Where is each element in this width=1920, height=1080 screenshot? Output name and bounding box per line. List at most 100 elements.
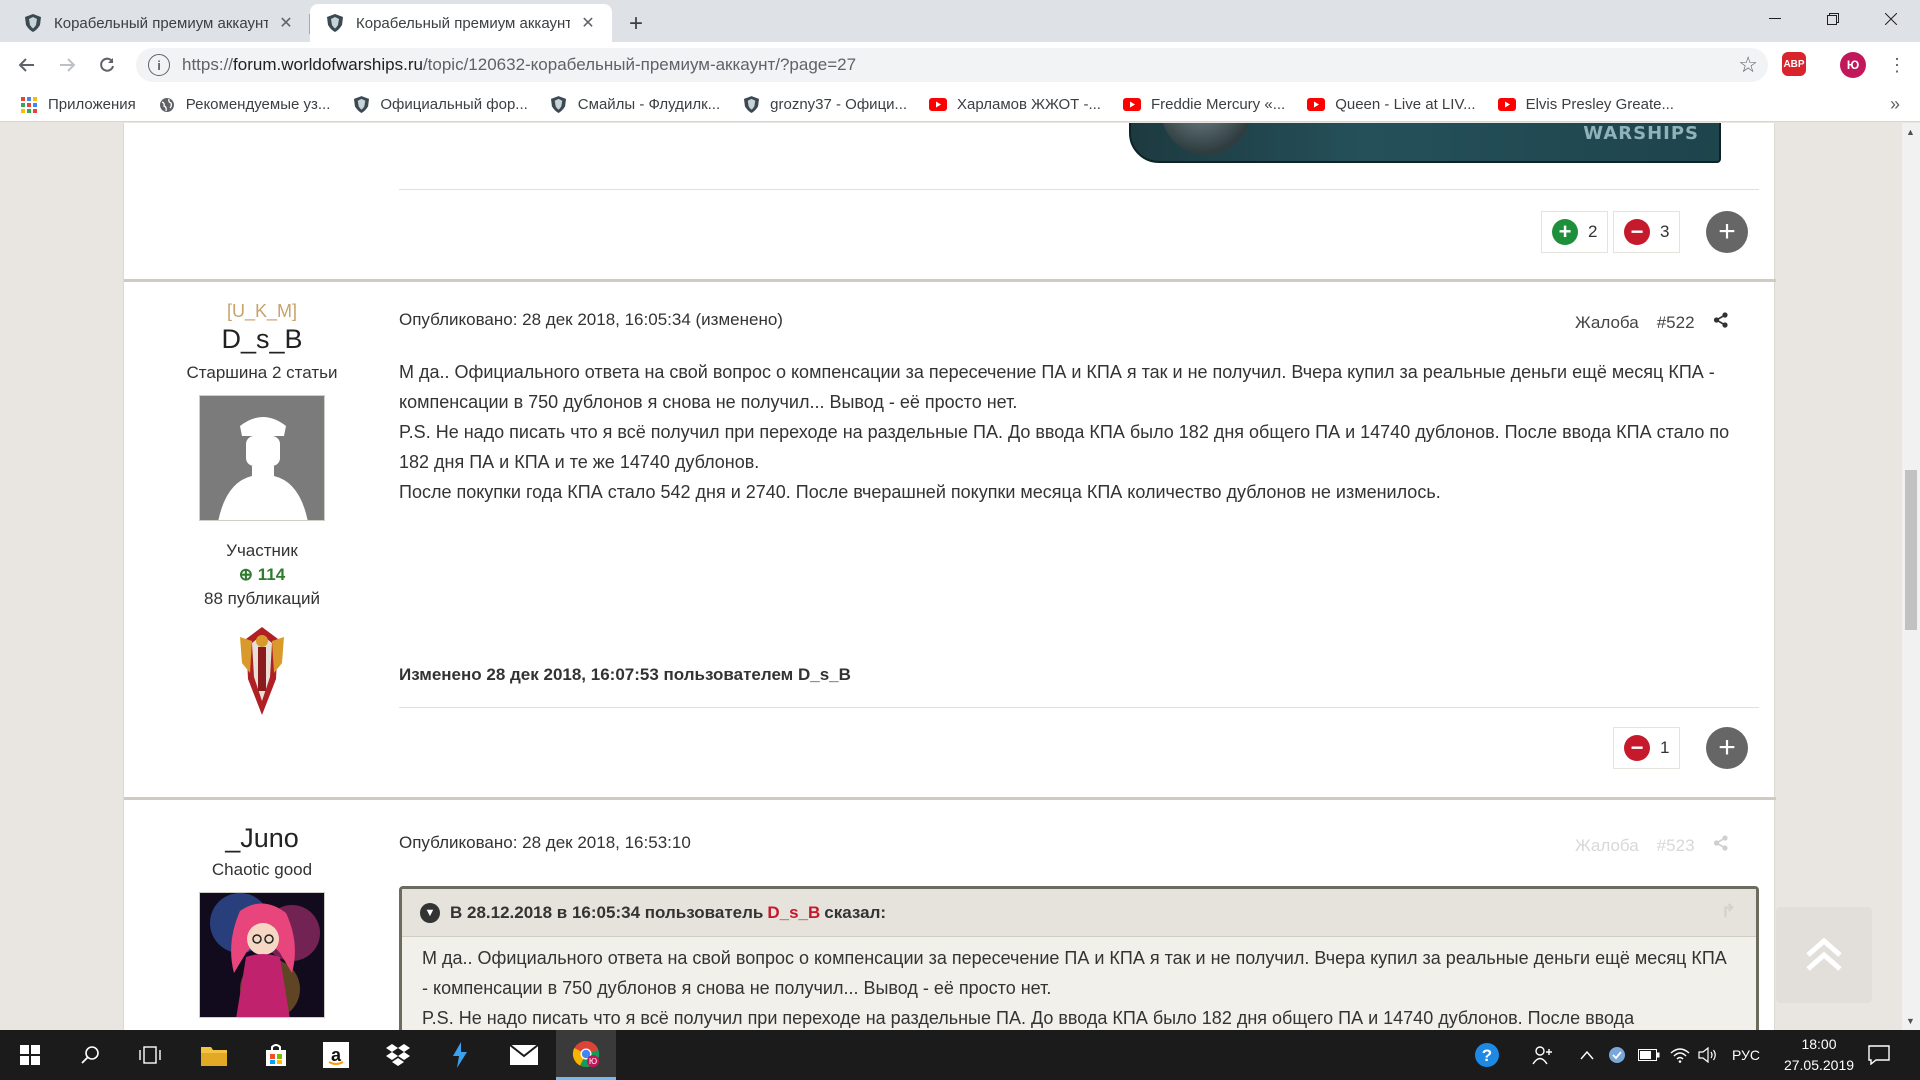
signature-banner: WARSHIPS [1129,123,1721,163]
svg-text:a: a [331,1045,342,1065]
scroll-to-top-button[interactable] [1776,907,1872,1003]
update-tray-icon[interactable] [1608,1030,1626,1080]
bookmark-recommended[interactable]: Рекомендуемые уз... [158,96,330,114]
scroll-down-arrow-icon[interactable]: ▼ [1906,1016,1915,1026]
close-tab-icon[interactable]: ✕ [276,13,296,33]
lightning-icon [453,1042,467,1068]
people-icon[interactable] [1532,1030,1554,1080]
input-language[interactable]: РУС [1732,1030,1760,1080]
author-group: Участник [226,541,298,560]
chevron-down-icon[interactable]: ▼ [420,902,440,923]
back-button[interactable] [12,50,42,80]
scrollbar-thumb[interactable] [1905,470,1917,630]
address-bar[interactable]: i https://forum.worldofwarships.ru/topic… [136,48,1768,82]
youtube-icon [929,96,948,114]
bookmarks-overflow-icon[interactable]: » [1890,94,1900,115]
globe-icon [158,96,176,114]
new-tab-button[interactable]: + [620,8,652,40]
post-actions: Жалоба #523 [1575,835,1729,856]
post-author-panel: [U_K_M] D_s_B Старшина 2 статьи Участник… [124,301,400,719]
start-button[interactable] [0,1030,60,1080]
browser-tab-2[interactable]: Корабельный премиум аккаунт ✕ [310,4,612,42]
share-icon[interactable] [1713,312,1729,333]
taskbar-amazon[interactable]: a [306,1030,366,1080]
report-link[interactable]: Жалоба [1575,836,1639,856]
author-rank: Старшина 2 статьи [186,363,338,382]
multiquote-add-button[interactable]: + [1706,727,1748,769]
taskbar-app-bolt[interactable] [430,1030,490,1080]
bookmark-elvis[interactable]: Elvis Presley Greate... [1497,96,1674,114]
scroll-up-arrow-icon[interactable]: ▲ [1906,127,1915,137]
bookmark-freddie[interactable]: Freddie Mercury «... [1122,96,1285,114]
author-name[interactable]: D_s_B [124,324,400,355]
rep-plus-button[interactable]: + 2 [1541,211,1609,253]
action-center-icon[interactable] [1868,1030,1890,1080]
bookmark-grozny37[interactable]: grozny37 - Офици... [742,96,907,114]
rep-plus-small-icon: ⊕ [238,565,254,584]
forward-button[interactable] [52,50,82,80]
multiquote-add-button[interactable]: + [1706,211,1748,253]
profile-avatar[interactable]: Ю [1840,52,1866,78]
bookmark-smiles[interactable]: Смайлы - Флудилк... [550,96,720,114]
quote-jump-icon[interactable]: ↱ [1721,901,1736,922]
mail-icon [510,1045,538,1065]
close-window-button[interactable] [1862,0,1920,38]
browser-tab-1[interactable]: Корабельный премиум аккаунт ✕ [8,4,310,42]
post-body: М да.. Официального ответа на свой вопро… [399,362,1730,502]
rep-minus-button[interactable]: − 3 [1613,211,1681,253]
bookmark-queen[interactable]: Queen - Live at LIV... [1307,96,1476,114]
bookmark-kharlamov[interactable]: Харламов ЖЖОТ -... [929,96,1101,114]
help-tray-icon[interactable]: ? [1474,1030,1500,1080]
bookmark-star-icon[interactable]: ☆ [1738,52,1758,78]
taskbar-file-explorer[interactable] [184,1030,244,1080]
adblock-icon[interactable]: ABP [1782,52,1806,76]
tray-chevron-up-icon[interactable] [1580,1030,1594,1080]
svg-text:Ю: Ю [589,1057,597,1066]
restore-button[interactable] [1804,0,1862,38]
taskbar-chrome[interactable]: Ю [556,1030,616,1080]
battery-icon[interactable] [1638,1030,1660,1080]
bookmark-official-forum[interactable]: Официальный фор... [352,96,528,114]
avatar[interactable] [199,395,325,521]
clan-tag[interactable]: [U_K_M] [124,301,400,322]
task-view-button[interactable] [120,1030,180,1080]
rep-minus-button[interactable]: − 1 [1613,727,1681,769]
bookmark-apps[interactable]: Приложения [20,96,136,114]
close-tab-icon[interactable]: ✕ [578,13,598,33]
anime-avatar-icon [200,893,324,1017]
wows-shield-icon [326,14,344,32]
post-number-link[interactable]: #523 [1657,836,1695,856]
wows-shield-icon [550,96,568,114]
banner-logo-text: WARSHIPS [1583,123,1699,144]
taskbar-dropbox[interactable] [368,1030,428,1080]
report-link[interactable]: Жалоба [1575,313,1639,333]
site-info-icon[interactable]: i [148,54,170,76]
url-text[interactable]: https://forum.worldofwarships.ru/topic/1… [182,55,856,75]
page-scrollbar[interactable]: ▲ ▼ [1902,123,1920,1030]
reload-button[interactable] [92,50,122,80]
wifi-icon[interactable] [1670,1030,1690,1080]
quote-block: ▼ В 28.12.2018 в 16:05:34 пользователь D… [399,886,1759,1030]
post-number-link[interactable]: #522 [1657,313,1695,333]
taskbar-store[interactable] [246,1030,306,1080]
author-post-count: 88 публикаций [204,589,320,608]
quote-header[interactable]: ▼ В 28.12.2018 в 16:05:34 пользователь D… [402,889,1756,937]
author-name[interactable]: _Juno [124,823,400,854]
avatar[interactable] [199,892,325,1018]
system-clock[interactable]: 18:00 27.05.2019 [1774,1034,1864,1076]
search-button[interactable] [60,1030,120,1080]
double-chevron-up-icon [1806,937,1842,971]
share-icon[interactable] [1713,835,1729,856]
award-badge-icon [232,623,292,719]
menu-kebab-icon[interactable]: ⋮ [1882,50,1912,80]
quoted-user-link[interactable]: D_s_B [767,903,820,923]
minimize-button[interactable] [1746,0,1804,38]
youtube-icon [1307,96,1326,114]
volume-icon[interactable] [1698,1030,1718,1080]
taskbar-mail[interactable] [494,1030,554,1080]
post-meta: Опубликовано: 28 дек 2018, 16:53:10 [399,833,691,852]
search-icon [81,1046,99,1064]
minus-circle-icon: − [1624,735,1650,761]
wows-shield-icon [352,96,370,114]
apps-grid-icon [20,96,38,114]
